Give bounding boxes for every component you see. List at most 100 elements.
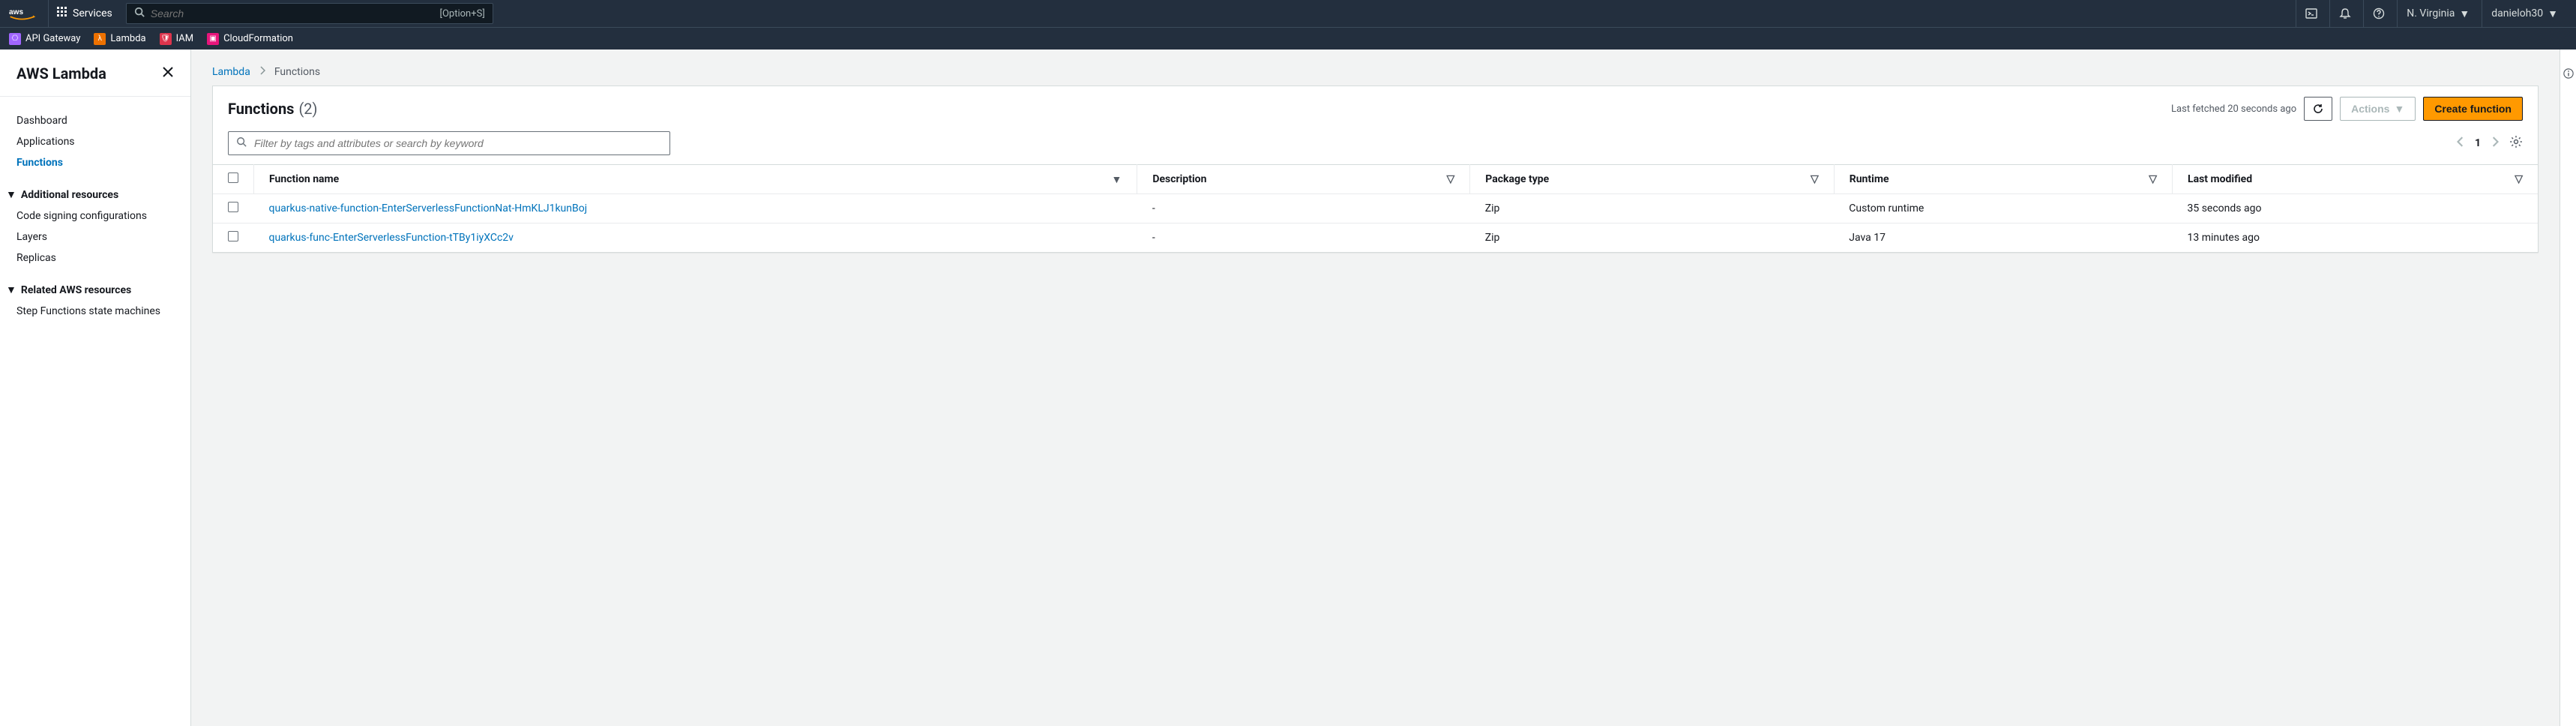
filter-bar: 1 — [213, 125, 2538, 164]
chevron-down-icon: ▼ — [6, 284, 16, 296]
row-checkbox[interactable] — [228, 202, 238, 212]
services-label: Services — [73, 8, 112, 20]
cell-description: - — [1137, 194, 1470, 224]
favorite-iam[interactable]: 🛡 IAM — [160, 33, 193, 45]
search-icon — [236, 136, 247, 150]
cell-package-type: Zip — [1470, 194, 1834, 224]
panel-title: Functions (2) — [228, 100, 318, 118]
breadcrumb: Lambda Functions — [191, 50, 2576, 86]
page-body: AWS Lambda Dashboard Applications Functi… — [0, 50, 2576, 726]
sort-icon[interactable]: ▽ — [2149, 173, 2157, 185]
functions-table: Function name ▼ Description ▽ — [213, 164, 2538, 252]
col-runtime: Runtime — [1850, 173, 1889, 185]
caret-down-icon: ▼ — [2459, 8, 2470, 20]
nav-applications[interactable]: Applications — [16, 131, 174, 152]
favorite-label: API Gateway — [25, 33, 80, 44]
services-menu[interactable]: Services — [56, 6, 112, 21]
group-toggle-additional[interactable]: ▼ Additional resources — [6, 184, 174, 206]
sidebar-header: AWS Lambda — [0, 64, 190, 97]
nav-dashboard[interactable]: Dashboard — [16, 110, 174, 131]
prev-page[interactable] — [2457, 136, 2464, 150]
info-icon — [2563, 68, 2574, 726]
main-content: Lambda Functions Functions (2) Last fetc… — [191, 50, 2576, 726]
group-label-text: Additional resources — [21, 189, 118, 201]
service-favorites-bar: ⎔ API Gateway λ Lambda 🛡 IAM ▣ CloudForm… — [0, 27, 2576, 50]
panel-count: (2) — [298, 100, 317, 118]
actions-dropdown[interactable]: Actions ▼ — [2340, 97, 2416, 121]
page-number: 1 — [2475, 137, 2481, 149]
sidebar-close-button[interactable] — [162, 66, 174, 81]
filter-input[interactable] — [254, 137, 662, 149]
top-nav: aws Services [Option+S] — [0, 0, 2576, 27]
breadcrumb-current: Functions — [274, 66, 320, 78]
cell-runtime: Java 17 — [1834, 224, 2172, 253]
select-all-checkbox[interactable] — [228, 172, 238, 183]
table-header-row: Function name ▼ Description ▽ — [213, 165, 2538, 194]
aws-logo[interactable]: aws — [9, 0, 49, 27]
group-toggle-related[interactable]: ▼ Related AWS resources — [6, 279, 174, 301]
chevron-down-icon: ▼ — [6, 188, 16, 201]
col-package-type: Package type — [1485, 173, 1549, 185]
actions-label: Actions — [2351, 103, 2389, 115]
nav-step-functions[interactable]: Step Functions state machines — [16, 301, 174, 322]
sort-icon[interactable]: ▽ — [2515, 173, 2523, 185]
user-label: danieloh30 — [2491, 8, 2543, 20]
favorite-cloudformation[interactable]: ▣ CloudFormation — [207, 33, 293, 45]
select-all-header — [213, 165, 254, 194]
nav-functions[interactable]: Functions — [16, 152, 174, 173]
info-panel-rail[interactable] — [2560, 50, 2576, 726]
functions-panel: Functions (2) Last fetched 20 seconds ag… — [212, 86, 2539, 253]
cell-package-type: Zip — [1470, 224, 1834, 253]
nav-replicas[interactable]: Replicas — [16, 248, 174, 268]
filter-input-wrapper[interactable] — [228, 131, 670, 155]
sort-icon[interactable]: ▼ — [1112, 173, 1122, 186]
create-function-button[interactable]: Create function — [2423, 97, 2523, 121]
caret-down-icon: ▼ — [2548, 8, 2558, 20]
favorite-api-gateway[interactable]: ⎔ API Gateway — [9, 33, 80, 45]
function-name-link[interactable]: quarkus-native-function-EnterServerlessF… — [269, 202, 588, 214]
sort-icon[interactable]: ▽ — [1446, 173, 1454, 185]
next-page[interactable] — [2491, 136, 2499, 150]
col-last-modified: Last modified — [2188, 173, 2252, 185]
help-button[interactable] — [2363, 0, 2394, 27]
global-search[interactable]: [Option+S] — [126, 3, 493, 24]
settings-button[interactable] — [2509, 135, 2523, 152]
cell-description: - — [1137, 224, 1470, 253]
col-function-name: Function name — [269, 173, 339, 185]
iam-icon: 🛡 — [160, 33, 172, 45]
cell-runtime: Custom runtime — [1834, 194, 2172, 224]
nav-layers[interactable]: Layers — [16, 226, 174, 248]
services-grid-icon — [56, 6, 68, 21]
favorite-label: CloudFormation — [223, 33, 293, 44]
sort-icon[interactable]: ▽ — [1811, 173, 1819, 185]
search-icon — [134, 7, 145, 20]
panel-title-text: Functions — [228, 100, 294, 118]
region-selector[interactable]: N. Virginia ▼ — [2397, 0, 2479, 27]
global-search-input[interactable] — [151, 8, 440, 20]
notifications-button[interactable] — [2329, 0, 2360, 27]
paginator: 1 — [2457, 135, 2523, 152]
refresh-button[interactable] — [2304, 97, 2332, 121]
sidebar-nav: Dashboard Applications Functions — [0, 110, 190, 173]
sidebar: AWS Lambda Dashboard Applications Functi… — [0, 50, 191, 726]
table-row: quarkus-native-function-EnterServerlessF… — [213, 194, 2538, 224]
lambda-icon: λ — [94, 33, 106, 45]
favorite-lambda[interactable]: λ Lambda — [94, 33, 145, 45]
last-fetched-text: Last fetched 20 seconds ago — [2171, 104, 2296, 115]
cloudshell-button[interactable] — [2296, 0, 2326, 27]
create-function-label: Create function — [2434, 103, 2512, 115]
account-menu[interactable]: danieloh30 ▼ — [2482, 0, 2567, 27]
sidebar-title: AWS Lambda — [16, 64, 106, 82]
breadcrumb-lambda[interactable]: Lambda — [212, 66, 250, 78]
group-label-text: Related AWS resources — [21, 284, 131, 296]
breadcrumb-separator — [259, 66, 265, 78]
api-gateway-icon: ⎔ — [9, 33, 21, 45]
function-name-link[interactable]: quarkus-func-EnterServerlessFunction-tTB… — [269, 232, 514, 244]
svg-text:aws: aws — [9, 8, 23, 16]
cell-last-modified: 35 seconds ago — [2173, 194, 2539, 224]
favorite-label: Lambda — [110, 33, 145, 44]
sidebar-group-additional: ▼ Additional resources Code signing conf… — [0, 173, 190, 268]
row-checkbox[interactable] — [228, 231, 238, 242]
nav-code-signing[interactable]: Code signing configurations — [16, 206, 174, 226]
favorite-label: IAM — [176, 33, 193, 44]
